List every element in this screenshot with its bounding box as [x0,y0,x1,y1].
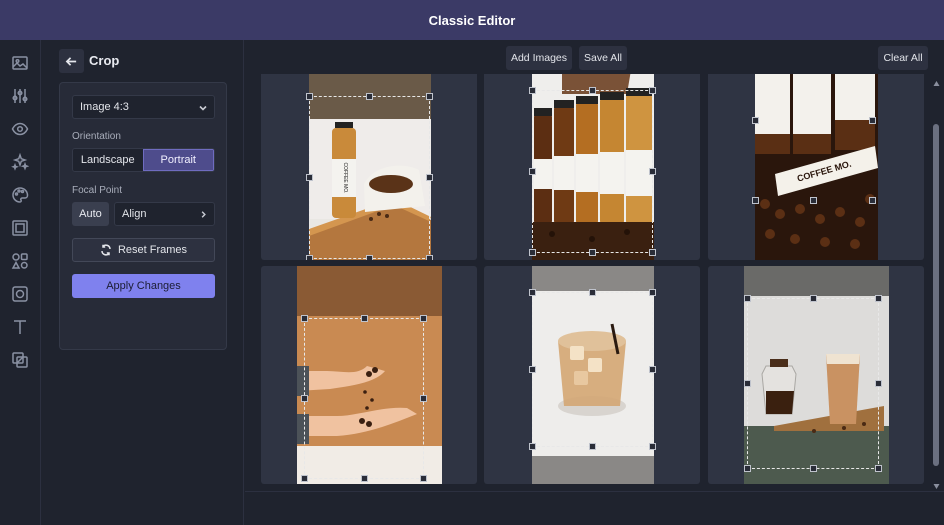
crop-frame[interactable] [529,87,656,256]
crop-frame[interactable] [301,315,427,482]
image-tile[interactable] [261,266,477,484]
scroll-down-icon[interactable] [933,477,940,489]
orientation-toggle: Landscape Portrait [72,148,215,172]
image-grid: COFFEE MO. COFFEE MO. [245,74,944,491]
back-button[interactable] [59,49,84,73]
focal-auto-button[interactable]: Auto [72,202,109,226]
arrow-left-icon [65,56,77,66]
sparkle-icon[interactable] [11,152,30,171]
scrollbar-thumb[interactable] [933,124,939,466]
orientation-landscape[interactable]: Landscape [73,149,143,171]
aspect-ratio-select[interactable]: Image 4:3 [72,95,215,119]
sliders-icon[interactable] [11,87,29,105]
reset-frames-button[interactable]: Reset Frames [72,238,215,262]
reset-frames-label: Reset Frames [117,244,188,256]
image-workspace: Add Images Save All Clear All COFFEE MO. [245,40,944,525]
tool-rail [0,40,41,525]
panel-title: Crop [89,53,120,68]
refresh-icon [101,244,111,256]
image-tile[interactable] [708,266,924,484]
image-tile[interactable]: COFFEE MO. [261,74,477,260]
focal-align-button[interactable]: Align [114,202,215,226]
image-tile[interactable] [484,74,700,260]
add-images-button[interactable]: Add Images [506,46,572,70]
chevron-down-icon [198,103,208,113]
focal-align-label: Align [122,208,147,220]
crop-frame[interactable] [529,289,656,450]
frame-icon[interactable] [11,219,29,237]
crop-settings-card: Image 4:3 Orientation Landscape Portrait… [59,82,227,350]
crop-frame[interactable] [744,295,882,472]
orientation-portrait[interactable]: Portrait [142,149,214,171]
image-tile[interactable]: COFFEE MO. [708,74,924,260]
save-all-button[interactable]: Save All [579,46,627,70]
crop-panel: Crop Image 4:3 Orientation Landscape Por… [41,40,244,525]
orientation-label: Orientation [72,131,121,142]
vertical-scrollbar[interactable] [931,74,942,489]
focus-frame-icon[interactable] [11,285,29,303]
shapes-icon[interactable] [11,252,29,270]
bottom-strip [245,491,944,525]
aspect-ratio-value: Image 4:3 [80,101,129,113]
chevron-right-icon [199,210,208,219]
layers-icon[interactable] [11,351,29,369]
clear-all-button[interactable]: Clear All [878,46,928,70]
crop-frame[interactable] [752,74,876,219]
apply-changes-button[interactable]: Apply Changes [72,274,215,298]
title-bar: Classic Editor [0,0,944,40]
eye-icon[interactable] [11,120,29,138]
app-title: Classic Editor [428,12,516,28]
focal-point-label: Focal Point [72,185,123,196]
crop-frame[interactable] [306,93,433,260]
scroll-up-icon[interactable] [933,74,940,86]
palette-icon[interactable] [11,186,29,204]
text-icon[interactable] [11,318,29,336]
image-tile[interactable] [484,266,700,484]
image-icon[interactable] [11,54,29,72]
